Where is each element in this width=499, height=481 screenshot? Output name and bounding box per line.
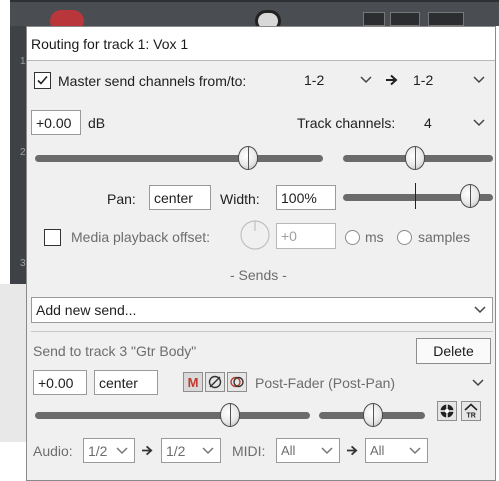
- width-center-marker: [415, 183, 416, 209]
- track-button[interactable]: [428, 12, 464, 26]
- width-label: Width:: [220, 191, 260, 207]
- track-number: 2: [20, 147, 26, 158]
- media-offset-label: Media playback offset:: [71, 229, 211, 245]
- chevron-down-icon: [473, 119, 485, 127]
- send-pan-input[interactable]: center: [94, 370, 158, 395]
- checkmark-icon: [37, 75, 48, 85]
- audio-label: Audio:: [33, 443, 73, 459]
- chevron-down-icon: [474, 306, 486, 314]
- chevron-down-icon: [473, 76, 485, 84]
- add-new-send-text: Add new send...: [36, 302, 137, 318]
- delete-send-label: Delete: [433, 343, 474, 359]
- ms-radio[interactable]: [345, 230, 360, 245]
- sends-header: - Sends -: [230, 267, 287, 283]
- master-send-from-select[interactable]: 1-2: [299, 67, 379, 93]
- pan-input[interactable]: center: [149, 185, 211, 210]
- chevron-down-icon: [409, 446, 421, 454]
- chevron-down-icon: [472, 379, 484, 387]
- width-slider-thumb[interactable]: [460, 184, 480, 208]
- track-channels-select[interactable]: 4: [419, 110, 492, 136]
- send-volume-value: +0.00: [38, 374, 74, 391]
- send-title: Send to track 3 "Gtr Body": [33, 343, 197, 359]
- track-channels-value: 4: [424, 115, 432, 131]
- audio-to-value: 1/2: [166, 442, 186, 459]
- volume-slider-thumb[interactable]: [238, 146, 259, 170]
- send-pan-slider-thumb[interactable]: [363, 403, 383, 427]
- media-offset-value: +0: [281, 228, 297, 244]
- track-button[interactable]: [363, 12, 385, 26]
- divider: [31, 331, 493, 332]
- master-send-to-select[interactable]: 1-2: [408, 67, 492, 93]
- routing-window: Routing for track 1: Vox 1 Master send c…: [26, 26, 496, 481]
- mono-stereo-button[interactable]: [227, 372, 247, 392]
- pan-slider-thumb[interactable]: [405, 146, 425, 170]
- envelope-icon: [440, 404, 454, 418]
- title-bar[interactable]: Routing for track 1: Vox 1: [27, 27, 495, 61]
- svg-text:TR: TR: [467, 413, 476, 420]
- background-panel: [0, 284, 28, 442]
- midi-label: MIDI:: [232, 443, 266, 459]
- master-send-to-value: 1-2: [413, 72, 434, 88]
- volume-unit-label: dB: [88, 115, 106, 131]
- track-number: 1: [20, 56, 26, 67]
- midi-from-select[interactable]: All: [276, 438, 340, 463]
- media-offset-input[interactable]: +0: [276, 223, 336, 249]
- master-send-label: Master send channels from/to:: [58, 73, 247, 89]
- phase-invert-icon: [208, 375, 222, 389]
- send-pan-value: center: [99, 374, 138, 391]
- volume-input[interactable]: +0.00: [31, 110, 81, 135]
- send-volume-slider[interactable]: [35, 412, 310, 419]
- width-value: 100%: [281, 189, 317, 206]
- send-mode-value: Post-Fader (Post-Pan): [255, 375, 396, 391]
- send-volume-slider-thumb[interactable]: [220, 403, 240, 427]
- track-number: 3: [20, 258, 26, 269]
- pan-value: center: [154, 189, 193, 206]
- mute-button[interactable]: M: [183, 372, 203, 392]
- midi-from-value: All: [281, 443, 296, 458]
- audio-from-value: 1/2: [88, 442, 108, 459]
- samples-radio[interactable]: [397, 230, 412, 245]
- ms-radio-label: ms: [365, 229, 384, 245]
- chevron-down-icon: [321, 446, 333, 454]
- window-title: Routing for track 1: Vox 1: [31, 36, 189, 52]
- midi-to-select[interactable]: All: [365, 438, 428, 463]
- arrow-right-icon: [347, 445, 358, 456]
- track-channels-label: Track channels:: [297, 115, 396, 131]
- offset-knob-icon[interactable]: [239, 219, 271, 251]
- audio-to-select[interactable]: 1/2: [161, 438, 221, 463]
- mono-stereo-icon: [230, 376, 244, 388]
- chevron-down-icon: [116, 446, 128, 454]
- samples-radio-label: samples: [418, 229, 471, 245]
- add-new-send-select[interactable]: Add new send...: [31, 297, 493, 323]
- phase-invert-button[interactable]: [205, 372, 225, 392]
- master-send-from-value: 1-2: [304, 72, 325, 88]
- delete-send-button[interactable]: Delete: [416, 338, 491, 364]
- track-button[interactable]: [390, 12, 420, 26]
- chevron-down-icon: [360, 76, 372, 84]
- midi-to-value: All: [370, 443, 385, 458]
- audio-from-select[interactable]: 1/2: [83, 438, 135, 463]
- chevron-down-icon: [202, 446, 214, 454]
- arrow-right-icon: [386, 74, 398, 86]
- tr-icon: TR: [464, 403, 478, 420]
- mute-icon: M: [187, 374, 199, 390]
- media-offset-checkbox[interactable]: [44, 229, 61, 246]
- pan-label: Pan:: [107, 191, 136, 207]
- send-mode-select[interactable]: Post-Fader (Post-Pan): [250, 370, 491, 396]
- send-volume-input[interactable]: +0.00: [33, 370, 87, 395]
- master-send-checkbox[interactable]: [34, 72, 51, 89]
- volume-slider[interactable]: [35, 155, 323, 162]
- volume-value: +0.00: [36, 114, 72, 131]
- width-input[interactable]: 100%: [276, 185, 336, 210]
- send-tr-button[interactable]: TR: [461, 401, 481, 421]
- arrow-right-icon: [142, 445, 153, 456]
- send-envelope-button[interactable]: [437, 401, 457, 421]
